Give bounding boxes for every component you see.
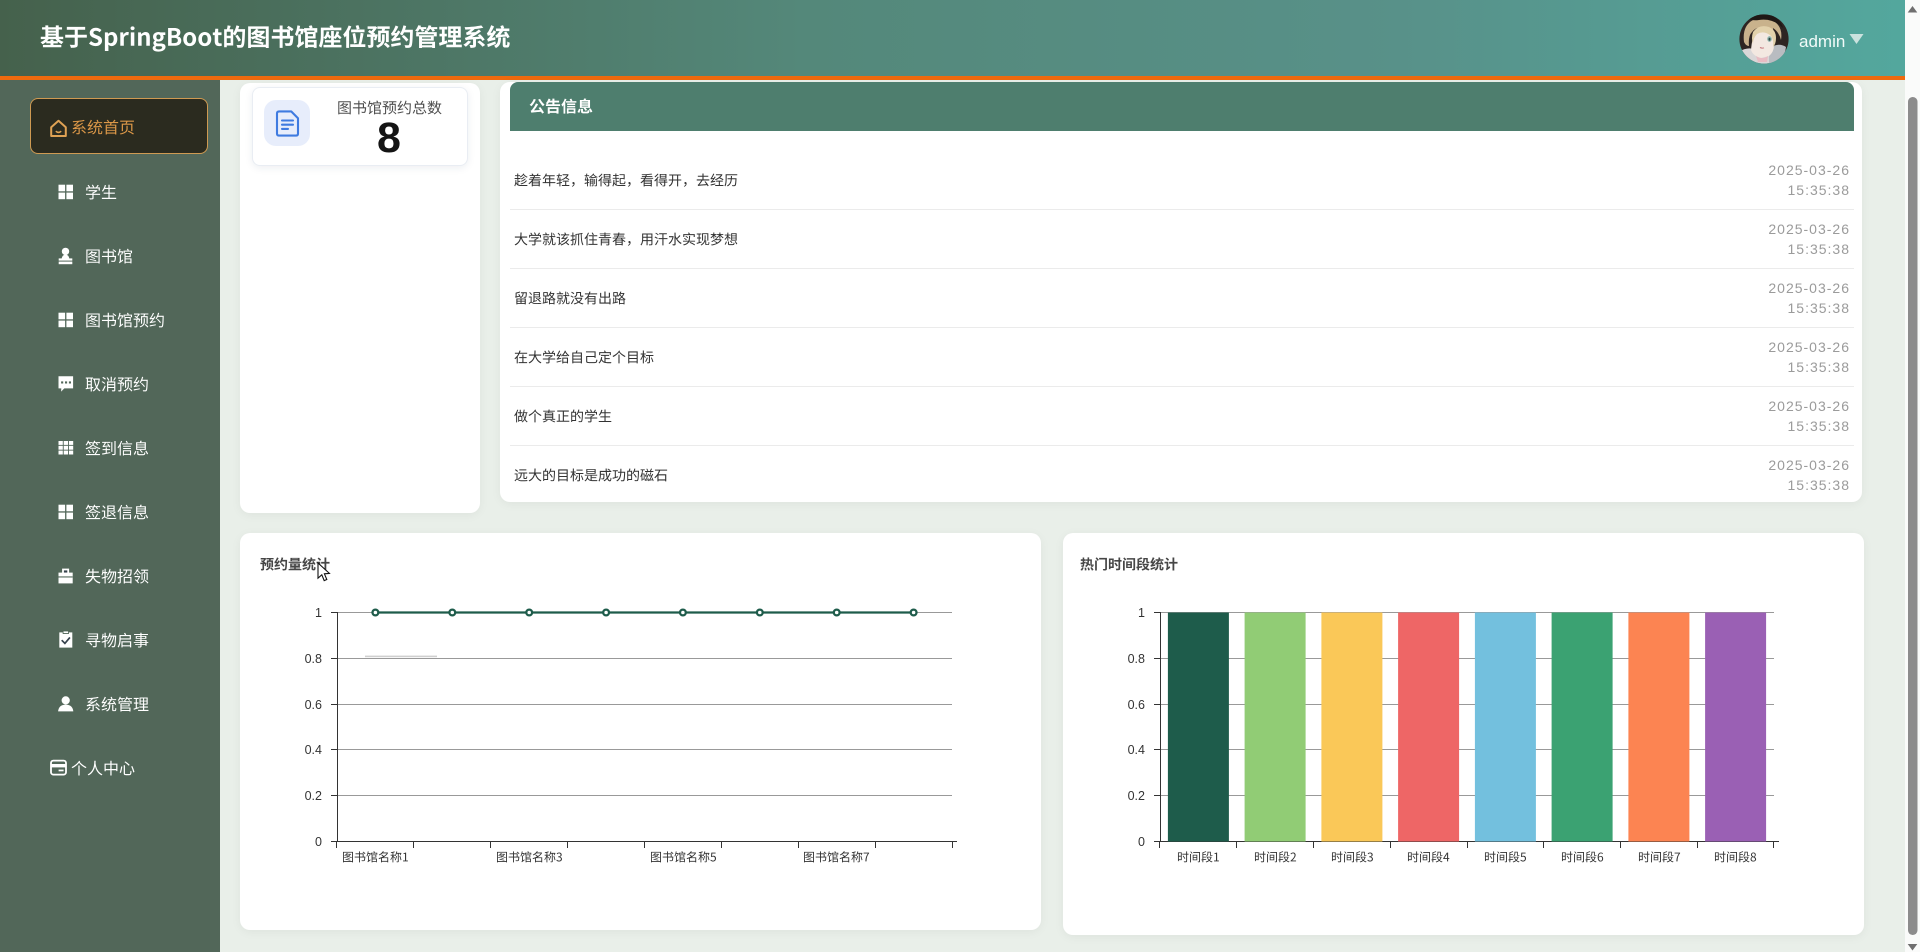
svg-text:0.2: 0.2 xyxy=(1128,789,1145,803)
svg-text:0: 0 xyxy=(315,835,322,849)
svg-text:0.4: 0.4 xyxy=(1128,743,1145,757)
svg-text:0.6: 0.6 xyxy=(305,698,322,712)
svg-text:0.4: 0.4 xyxy=(305,743,322,757)
svg-text:0.8: 0.8 xyxy=(305,652,322,666)
svg-text:1: 1 xyxy=(1138,606,1145,620)
svg-text:0.6: 0.6 xyxy=(1128,698,1145,712)
svg-text:0.2: 0.2 xyxy=(305,789,322,803)
svg-text:1: 1 xyxy=(315,606,322,620)
svg-text:0: 0 xyxy=(1138,835,1145,849)
svg-text:0.8: 0.8 xyxy=(1128,652,1145,666)
